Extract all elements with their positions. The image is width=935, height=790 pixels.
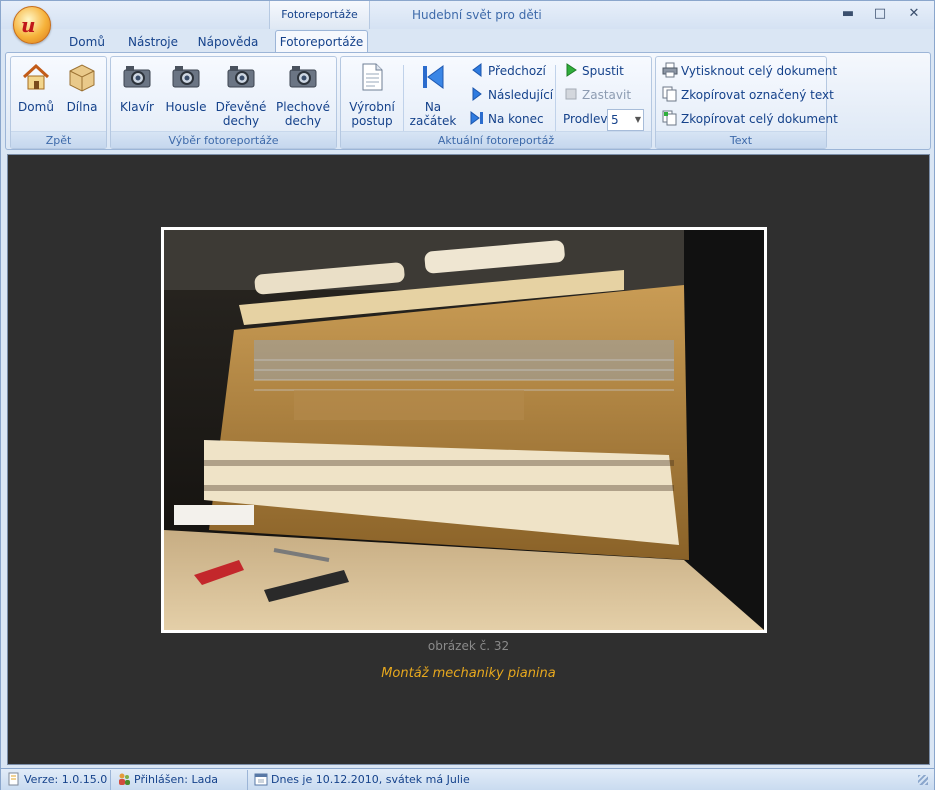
skip-to-end-icon [470, 111, 483, 125]
piano-photo-image [164, 230, 764, 630]
image-caption: Montáž mechaniky pianina [381, 666, 556, 681]
arrow-right-icon [472, 87, 482, 101]
stop-icon [565, 88, 577, 100]
status-date: Dnes je 10.12.2010, svátek má Julie [250, 770, 910, 790]
camera-icon [227, 66, 255, 88]
nasledujici-button[interactable]: Následující [469, 85, 553, 105]
prodleva-select[interactable]: 5 ▼ [607, 109, 644, 131]
group-zpet-label: Zpět [11, 131, 106, 148]
copy-icon [662, 86, 677, 102]
group-text-label: Text [656, 131, 826, 148]
document-icon [362, 63, 383, 91]
house-icon [22, 63, 50, 90]
copy-all-button[interactable]: Zkopírovat celý dokument [662, 109, 838, 129]
klavir-button[interactable]: Klavír [115, 61, 159, 114]
calendar-icon [254, 773, 268, 786]
group-aktualni-fotoreportaz: Výrobní postup Na začátek Předchozí Násl… [340, 56, 652, 149]
plechove-dechy-button[interactable]: Plechové dechy [275, 61, 331, 128]
na-konec-button[interactable]: Na konec [469, 109, 544, 129]
group-vyber-fotoreportaze: Klavír Housle Dřevěné dechy Plechové dec… [110, 56, 337, 149]
context-tab-header: Fotoreportáže [269, 1, 370, 29]
home-button[interactable]: Domů [15, 61, 57, 114]
predchozi-button[interactable]: Předchozí [469, 61, 546, 81]
version-text: Verze: 1.0.15.0 [24, 773, 108, 786]
resize-grip[interactable] [918, 775, 928, 785]
box-icon [69, 64, 95, 92]
status-version: Verze: 1.0.15.0 [3, 770, 111, 790]
spustit-button[interactable]: Spustit [563, 61, 624, 81]
copy-selected-label: Zkopírovat označený text [681, 88, 834, 102]
photo-piano-mechanism [164, 230, 764, 630]
users-icon [119, 773, 130, 785]
skip-to-start-icon [423, 65, 444, 89]
ribbon: Domů Dílna Zpět Klavír Housle Dřevěné de… [5, 52, 931, 150]
image-number: obrázek č. 32 [427, 639, 510, 653]
title-bar: Fotoreportáže Hudební svět pro děti ▬ □ … [1, 1, 934, 29]
tab-nastroje[interactable]: Nástroje [123, 32, 183, 53]
document-edit-icon [8, 772, 19, 786]
copy-all-label: Zkopírovat celý dokument [681, 112, 838, 126]
tab-fotoreportaze[interactable]: Fotoreportáže [275, 30, 368, 54]
na-zacatek-button[interactable]: Na začátek [409, 61, 457, 128]
zastavit-button[interactable]: Zastavit [563, 85, 631, 105]
home-button-label: Domů [18, 100, 54, 114]
dilna-button-label: Dílna [66, 100, 98, 114]
maximize-button[interactable]: □ [867, 5, 893, 23]
play-icon [566, 63, 577, 77]
dilna-button[interactable]: Dílna [61, 61, 103, 114]
print-document-button[interactable]: Vytisknout celý dokument [662, 61, 837, 81]
nasledujici-label: Následující [488, 88, 554, 102]
app-title: Hudební svět pro děti [412, 8, 542, 22]
status-bar: Verze: 1.0.15.0 Přihlášen: Lada Dnes je … [1, 768, 934, 790]
zastavit-label: Zastavit [582, 88, 632, 102]
status-user: Přihlášen: Lada [113, 770, 248, 790]
prodleva-value: 5 [611, 113, 619, 127]
housle-button[interactable]: Housle [163, 61, 209, 114]
plechove-dechy-button-label: Plechové dechy [276, 100, 330, 128]
close-button[interactable]: ✕ [901, 5, 927, 23]
predchozi-label: Předchozí [488, 64, 546, 78]
camera-icon [172, 66, 200, 88]
dropdown-arrow-icon: ▼ [634, 115, 641, 124]
housle-button-label: Housle [165, 100, 207, 114]
tab-napoveda[interactable]: Nápověda [195, 32, 261, 53]
separator [555, 65, 556, 131]
tab-domu[interactable]: Domů [61, 32, 113, 53]
group-zpet: Domů Dílna Zpět [10, 56, 107, 149]
vyrobni-postup-label: Výrobní postup [349, 100, 395, 128]
copy-selected-button[interactable]: Zkopírovat označený text [662, 85, 834, 105]
application-window: Fotoreportáže Hudební svět pro děti ▬ □ … [0, 0, 935, 790]
camera-icon [123, 66, 151, 88]
photo-frame [161, 227, 767, 633]
camera-icon [289, 66, 317, 88]
na-zacatek-label: Na začátek [409, 100, 457, 128]
na-konec-label: Na konec [488, 112, 544, 126]
vyrobni-postup-button[interactable]: Výrobní postup [345, 61, 399, 128]
klavir-button-label: Klavír [120, 100, 154, 114]
content-area: obrázek č. 32 Montáž mechaniky pianina [7, 154, 930, 765]
group-vyber-label: Výběr fotoreportáže [111, 131, 336, 148]
separator [403, 65, 404, 131]
drevene-dechy-button-label: Dřevěné dechy [215, 100, 267, 128]
group-aktualni-label: Aktuální fotoreportáž [341, 131, 651, 148]
drevene-dechy-button[interactable]: Dřevěné dechy [215, 61, 267, 128]
user-text: Přihlášen: Lada [134, 773, 219, 786]
minimize-button[interactable]: ▬ [835, 5, 861, 23]
arrow-left-icon [472, 63, 482, 77]
print-label: Vytisknout celý dokument [681, 64, 838, 78]
group-text: Vytisknout celý dokument Zkopírovat ozna… [655, 56, 838, 149]
copy-all-icon [662, 110, 677, 126]
ribbon-tabs: Domů Nástroje Nápověda Fotoreportáže [1, 29, 934, 54]
date-text: Dnes je 10.12.2010, svátek má Julie [271, 773, 470, 786]
printer-icon [662, 62, 678, 78]
spustit-label: Spustit [582, 64, 624, 78]
